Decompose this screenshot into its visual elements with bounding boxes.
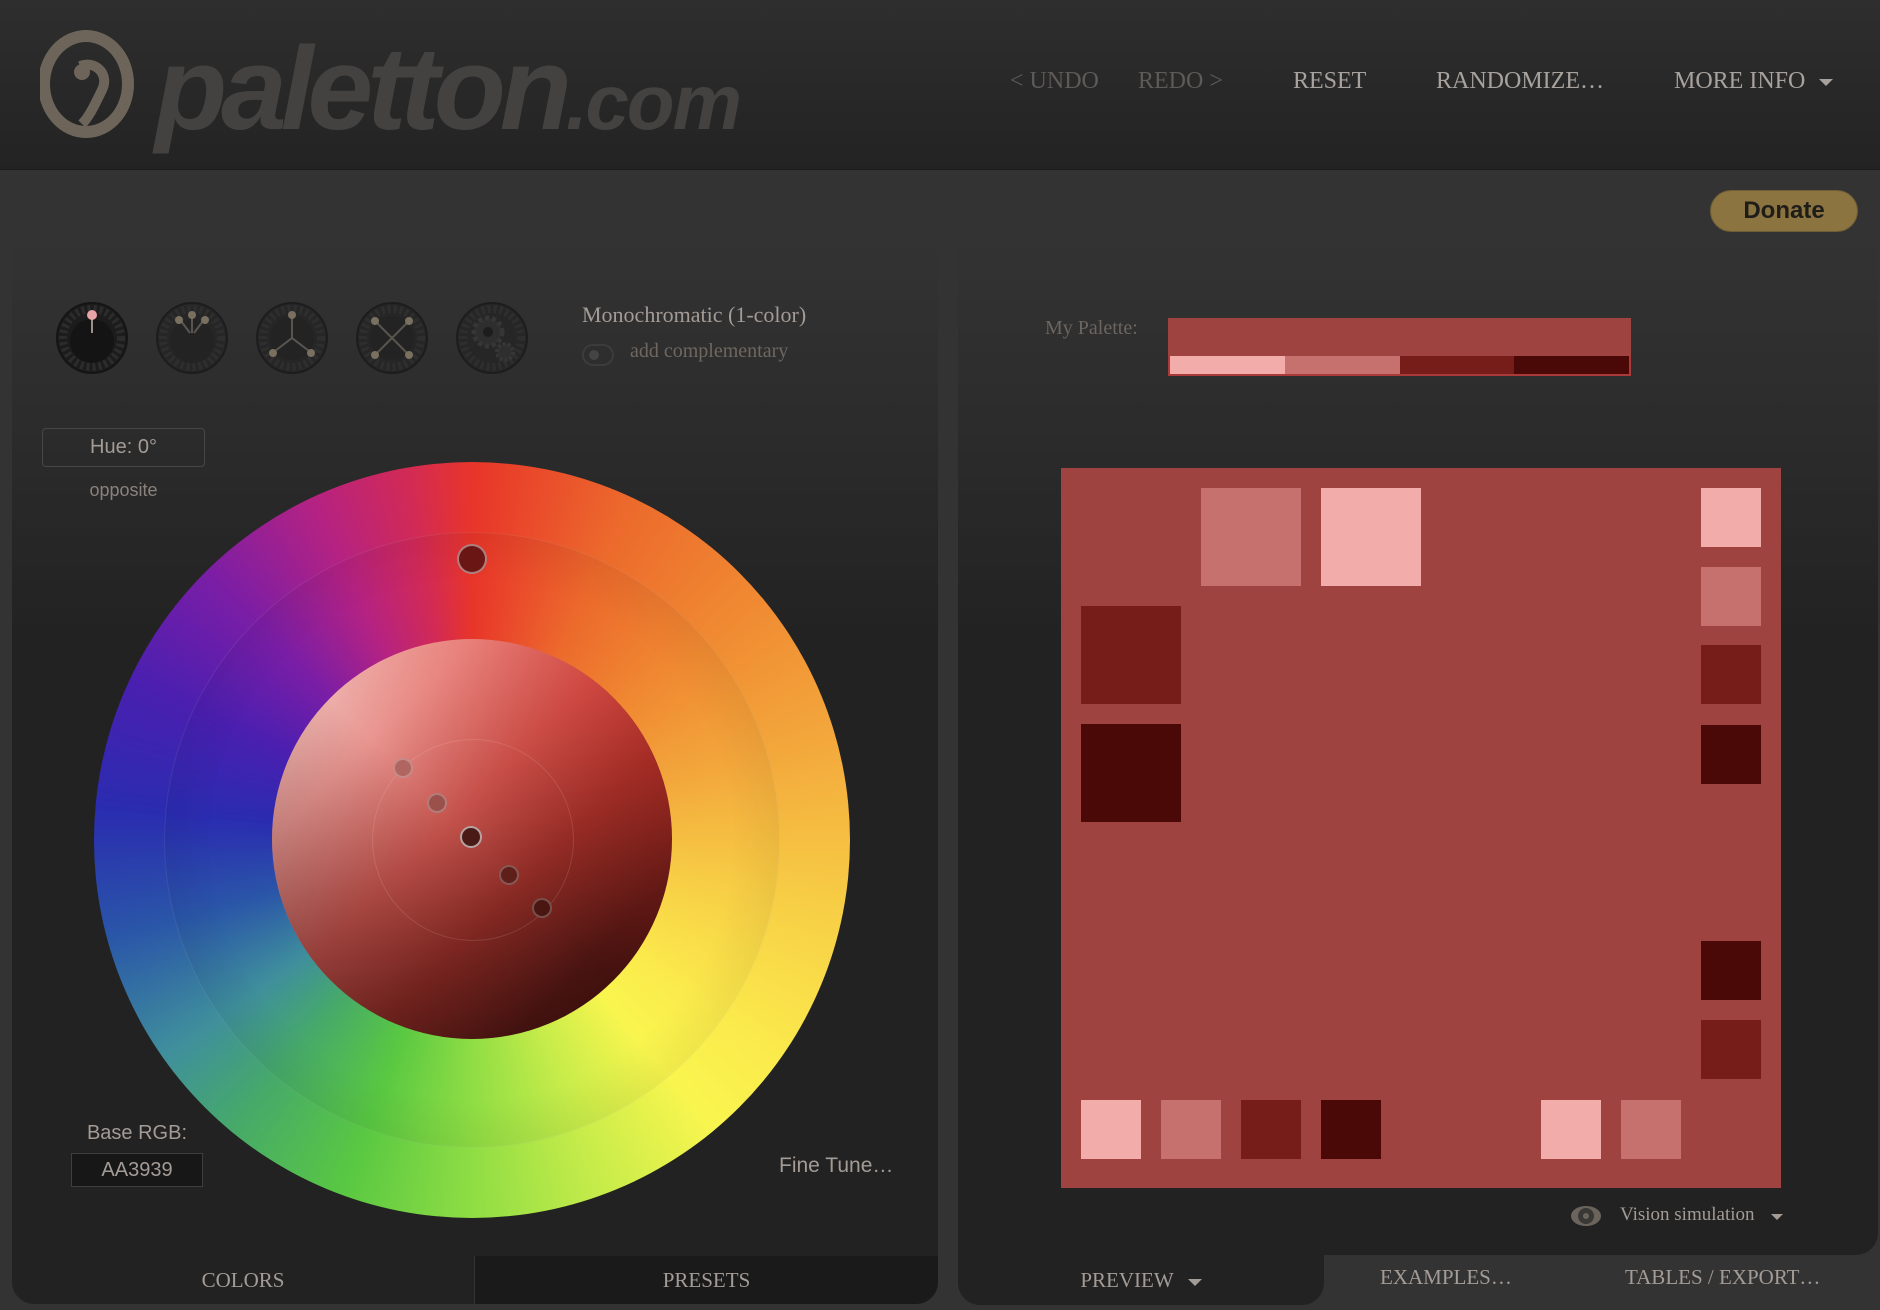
shade-handle-lightest[interactable] (393, 758, 413, 778)
my-palette-bar[interactable] (1168, 318, 1631, 376)
palette-shade (1399, 356, 1515, 374)
palette-shades (1170, 356, 1629, 374)
preview-swatch (1541, 1100, 1601, 1159)
vision-simulation-menu[interactable]: Vision simulation (1620, 1204, 1755, 1226)
scheme-triad-button[interactable] (255, 301, 329, 375)
triad-icon (256, 302, 328, 374)
scheme-freestyle-button[interactable] (455, 301, 529, 375)
preview-swatch (1701, 567, 1761, 626)
preview-swatch (1701, 1020, 1761, 1079)
preview-swatch (1241, 1100, 1301, 1159)
scheme-title: Monochromatic (1-color) (582, 302, 807, 327)
tab-colors[interactable]: COLORS (12, 1256, 474, 1304)
logo-icon (40, 30, 134, 138)
logo[interactable]: paletton.com (40, 22, 840, 154)
shade-handle-darkest[interactable] (532, 898, 552, 918)
preview-swatch (1621, 1100, 1681, 1159)
preview-swatch (1081, 724, 1181, 822)
adjacent-colors-icon (156, 302, 228, 374)
header: paletton.com < UNDO REDO > RESET RANDOMI… (0, 0, 1880, 170)
tab-preview-label: PREVIEW (1080, 1268, 1174, 1292)
preview-swatch (1701, 941, 1761, 1000)
palette-shade (1514, 356, 1629, 374)
chevron-down-icon (1771, 1214, 1783, 1220)
base-color-handle[interactable] (460, 826, 482, 848)
shade-handle-light[interactable] (427, 793, 447, 813)
add-complementary-label[interactable]: add complementary (630, 340, 788, 363)
fine-tune-link[interactable]: Fine Tune… (779, 1154, 893, 1178)
preview-swatch (1161, 1100, 1221, 1159)
gear-icon (456, 302, 528, 374)
redo-button[interactable]: REDO > (1138, 68, 1223, 95)
base-rgb-input[interactable]: AA3939 (71, 1153, 203, 1187)
scheme-adjacent-button[interactable] (155, 301, 229, 375)
preview-swatch (1081, 606, 1181, 704)
tetrad-icon (356, 302, 428, 374)
monochromatic-icon (56, 302, 128, 374)
scheme-monochromatic-button[interactable] (55, 301, 129, 375)
color-wheel[interactable] (94, 462, 850, 1218)
randomize-button[interactable]: RANDOMIZE… (1436, 68, 1604, 95)
preview-swatch (1081, 1100, 1141, 1159)
chevron-down-icon (1187, 1278, 1202, 1286)
preview-swatch (1701, 725, 1761, 784)
hue-handle[interactable] (457, 544, 487, 574)
preview-swatch (1201, 488, 1301, 586)
preview-swatch (1701, 645, 1761, 704)
reset-button[interactable]: RESET (1293, 68, 1366, 95)
my-palette-label: My Palette: (1045, 317, 1138, 339)
preview-swatch (1701, 488, 1761, 547)
tab-examples[interactable]: EXAMPLES… (1380, 1265, 1512, 1290)
donate-button[interactable]: Donate (1710, 190, 1858, 232)
scheme-tetrad-button[interactable] (355, 301, 429, 375)
logo-text: paletton.com (155, 23, 742, 155)
preview-swatch (1321, 1100, 1381, 1159)
tab-preview[interactable]: PREVIEW (958, 1260, 1324, 1300)
base-rgb-label: Base RGB: (86, 1122, 188, 1144)
add-complementary-toggle[interactable] (582, 344, 614, 366)
shade-handle-dark[interactable] (499, 865, 519, 885)
palette-preview (1061, 468, 1781, 1188)
chevron-down-icon (1819, 78, 1834, 86)
preview-swatch (1321, 488, 1421, 586)
more-info-label: MORE INFO (1674, 68, 1806, 94)
undo-button[interactable]: < UNDO (1010, 68, 1099, 95)
more-info-menu[interactable]: MORE INFO (1674, 68, 1834, 95)
palette-main-color (1168, 318, 1631, 356)
eye-icon[interactable] (1570, 1205, 1602, 1227)
palette-shade (1284, 356, 1400, 374)
tab-tables-export[interactable]: TABLES / EXPORT… (1625, 1265, 1820, 1290)
tab-presets[interactable]: PRESETS (474, 1256, 938, 1304)
palette-shade (1170, 356, 1285, 374)
